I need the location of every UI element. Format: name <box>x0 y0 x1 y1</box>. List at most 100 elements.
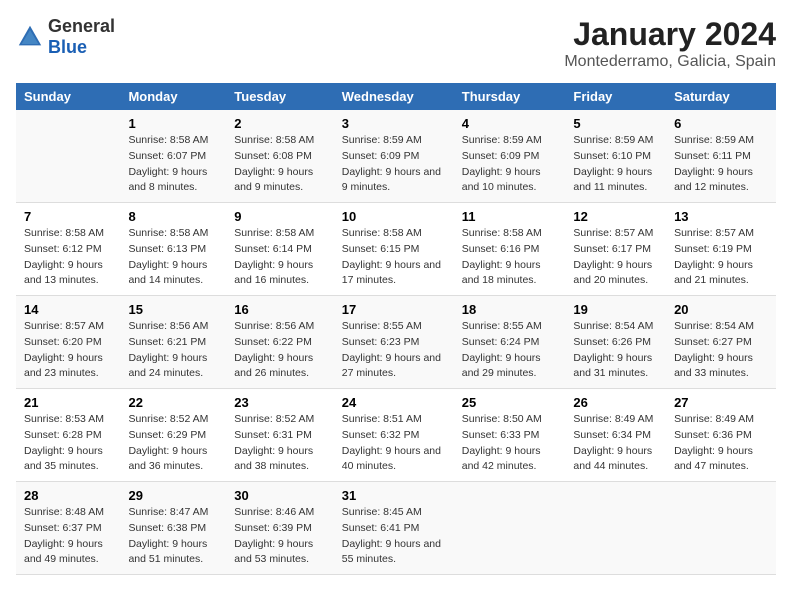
day-info: Sunrise: 8:55 AMSunset: 6:23 PMDaylight:… <box>342 319 446 382</box>
day-info: Sunrise: 8:45 AMSunset: 6:41 PMDaylight:… <box>342 505 446 568</box>
weekday-header-monday: Monday <box>120 83 226 110</box>
day-number: 17 <box>342 302 446 317</box>
calendar-cell: 24 Sunrise: 8:51 AMSunset: 6:32 PMDayligh… <box>334 389 454 482</box>
day-info: Sunrise: 8:58 AMSunset: 6:07 PMDaylight:… <box>128 133 218 196</box>
day-number: 16 <box>234 302 325 317</box>
day-number: 10 <box>342 209 446 224</box>
day-number: 24 <box>342 395 446 410</box>
day-info: Sunrise: 8:58 AMSunset: 6:15 PMDaylight:… <box>342 226 446 289</box>
calendar-cell: 21 Sunrise: 8:53 AMSunset: 6:28 PMDayligh… <box>16 389 120 482</box>
day-number: 8 <box>128 209 218 224</box>
day-info: Sunrise: 8:48 AMSunset: 6:37 PMDaylight:… <box>24 505 112 568</box>
day-info: Sunrise: 8:58 AMSunset: 6:12 PMDaylight:… <box>24 226 112 289</box>
calendar-cell: 7Sunrise: 8:58 AMSunset: 6:12 PMDaylight… <box>16 203 120 296</box>
day-info: Sunrise: 8:59 AMSunset: 6:10 PMDaylight:… <box>573 133 658 196</box>
calendar-cell: 23 Sunrise: 8:52 AMSunset: 6:31 PMDayligh… <box>226 389 333 482</box>
calendar-cell: 26Sunrise: 8:49 AMSunset: 6:34 PMDayligh… <box>565 389 666 482</box>
calendar-cell: 29Sunrise: 8:47 AMSunset: 6:38 PMDayligh… <box>120 482 226 575</box>
weekday-header-tuesday: Tuesday <box>226 83 333 110</box>
weekday-header-saturday: Saturday <box>666 83 776 110</box>
weekday-header-sunday: Sunday <box>16 83 120 110</box>
weekday-header-friday: Friday <box>565 83 666 110</box>
day-number: 9 <box>234 209 325 224</box>
week-row-1: 1 Sunrise: 8:58 AMSunset: 6:07 PMDaylight… <box>16 110 776 203</box>
day-info: Sunrise: 8:47 AMSunset: 6:38 PMDaylight:… <box>128 505 218 568</box>
day-number: 23 <box>234 395 325 410</box>
logo: General Blue <box>16 16 115 58</box>
day-info: Sunrise: 8:59 AMSunset: 6:11 PMDaylight:… <box>674 133 768 196</box>
calendar-cell: 2 Sunrise: 8:58 AMSunset: 6:08 PMDaylight… <box>226 110 333 203</box>
day-info: Sunrise: 8:56 AMSunset: 6:21 PMDaylight:… <box>128 319 218 382</box>
day-number: 19 <box>573 302 658 317</box>
calendar-cell: 18 Sunrise: 8:55 AMSunset: 6:24 PMDayligh… <box>454 296 566 389</box>
calendar-cell <box>565 482 666 575</box>
day-number: 28 <box>24 488 112 503</box>
calendar-cell: 19Sunrise: 8:54 AMSunset: 6:26 PMDayligh… <box>565 296 666 389</box>
calendar-cell: 27Sunrise: 8:49 AMSunset: 6:36 PMDayligh… <box>666 389 776 482</box>
day-info: Sunrise: 8:52 AMSunset: 6:31 PMDaylight:… <box>234 412 325 475</box>
calendar-cell: 9 Sunrise: 8:58 AMSunset: 6:14 PMDaylight… <box>226 203 333 296</box>
day-number: 15 <box>128 302 218 317</box>
logo-general: General <box>48 16 115 36</box>
calendar-cell: 11 Sunrise: 8:58 AMSunset: 6:16 PMDayligh… <box>454 203 566 296</box>
header-row: SundayMondayTuesdayWednesdayThursdayFrid… <box>16 83 776 110</box>
day-info: Sunrise: 8:58 AMSunset: 6:13 PMDaylight:… <box>128 226 218 289</box>
day-number: 5 <box>573 116 658 131</box>
day-info: Sunrise: 8:49 AMSunset: 6:36 PMDaylight:… <box>674 412 768 475</box>
day-number: 20 <box>674 302 768 317</box>
calendar-cell: 4Sunrise: 8:59 AMSunset: 6:09 PMDaylight… <box>454 110 566 203</box>
day-info: Sunrise: 8:58 AMSunset: 6:14 PMDaylight:… <box>234 226 325 289</box>
day-number: 25 <box>462 395 558 410</box>
week-row-5: 28 Sunrise: 8:48 AMSunset: 6:37 PMDayligh… <box>16 482 776 575</box>
day-number: 30 <box>234 488 325 503</box>
calendar-cell: 30Sunrise: 8:46 AMSunset: 6:39 PMDayligh… <box>226 482 333 575</box>
day-info: Sunrise: 8:55 AMSunset: 6:24 PMDaylight:… <box>462 319 558 382</box>
day-info: Sunrise: 8:52 AMSunset: 6:29 PMDaylight:… <box>128 412 218 475</box>
calendar-cell: 6Sunrise: 8:59 AMSunset: 6:11 PMDaylight… <box>666 110 776 203</box>
day-info: Sunrise: 8:51 AMSunset: 6:32 PMDaylight:… <box>342 412 446 475</box>
day-number: 13 <box>674 209 768 224</box>
day-number: 31 <box>342 488 446 503</box>
calendar-cell: 20 Sunrise: 8:54 AMSunset: 6:27 PMDayligh… <box>666 296 776 389</box>
day-info: Sunrise: 8:59 AMSunset: 6:09 PMDaylight:… <box>342 133 446 196</box>
logo-blue: Blue <box>48 37 87 57</box>
calendar-cell <box>16 110 120 203</box>
day-info: Sunrise: 8:58 AMSunset: 6:16 PMDaylight:… <box>462 226 558 289</box>
day-number: 1 <box>128 116 218 131</box>
calendar-cell: 14 Sunrise: 8:57 AMSunset: 6:20 PMDayligh… <box>16 296 120 389</box>
day-info: Sunrise: 8:57 AMSunset: 6:17 PMDaylight:… <box>573 226 658 289</box>
calendar-cell: 13 Sunrise: 8:57 AMSunset: 6:19 PMDayligh… <box>666 203 776 296</box>
calendar-cell: 31 Sunrise: 8:45 AMSunset: 6:41 PMDayligh… <box>334 482 454 575</box>
main-title: January 2024 <box>564 16 776 53</box>
general-blue-logo-icon <box>16 23 44 51</box>
day-info: Sunrise: 8:57 AMSunset: 6:19 PMDaylight:… <box>674 226 768 289</box>
calendar-cell: 17 Sunrise: 8:55 AMSunset: 6:23 PMDayligh… <box>334 296 454 389</box>
day-number: 3 <box>342 116 446 131</box>
calendar-cell: 16Sunrise: 8:56 AMSunset: 6:22 PMDayligh… <box>226 296 333 389</box>
day-number: 12 <box>573 209 658 224</box>
calendar-cell: 28 Sunrise: 8:48 AMSunset: 6:37 PMDayligh… <box>16 482 120 575</box>
title-area: January 2024 Montederramo, Galicia, Spai… <box>564 16 776 71</box>
day-info: Sunrise: 8:53 AMSunset: 6:28 PMDaylight:… <box>24 412 112 475</box>
weekday-header-thursday: Thursday <box>454 83 566 110</box>
calendar-cell: 22Sunrise: 8:52 AMSunset: 6:29 PMDayligh… <box>120 389 226 482</box>
calendar-cell: 12 Sunrise: 8:57 AMSunset: 6:17 PMDayligh… <box>565 203 666 296</box>
day-info: Sunrise: 8:54 AMSunset: 6:27 PMDaylight:… <box>674 319 768 382</box>
header: General Blue January 2024 Montederramo, … <box>16 16 776 71</box>
calendar-cell: 1 Sunrise: 8:58 AMSunset: 6:07 PMDaylight… <box>120 110 226 203</box>
calendar-cell: 3 Sunrise: 8:59 AMSunset: 6:09 PMDaylight… <box>334 110 454 203</box>
day-number: 18 <box>462 302 558 317</box>
day-info: Sunrise: 8:58 AMSunset: 6:08 PMDaylight:… <box>234 133 325 196</box>
calendar-cell <box>666 482 776 575</box>
day-number: 11 <box>462 209 558 224</box>
day-info: Sunrise: 8:49 AMSunset: 6:34 PMDaylight:… <box>573 412 658 475</box>
day-number: 2 <box>234 116 325 131</box>
day-info: Sunrise: 8:57 AMSunset: 6:20 PMDaylight:… <box>24 319 112 382</box>
week-row-4: 21 Sunrise: 8:53 AMSunset: 6:28 PMDayligh… <box>16 389 776 482</box>
calendar-cell: 5 Sunrise: 8:59 AMSunset: 6:10 PMDaylight… <box>565 110 666 203</box>
day-number: 21 <box>24 395 112 410</box>
calendar-cell: 8 Sunrise: 8:58 AMSunset: 6:13 PMDaylight… <box>120 203 226 296</box>
subtitle: Montederramo, Galicia, Spain <box>564 53 776 71</box>
day-number: 14 <box>24 302 112 317</box>
week-row-2: 7Sunrise: 8:58 AMSunset: 6:12 PMDaylight… <box>16 203 776 296</box>
